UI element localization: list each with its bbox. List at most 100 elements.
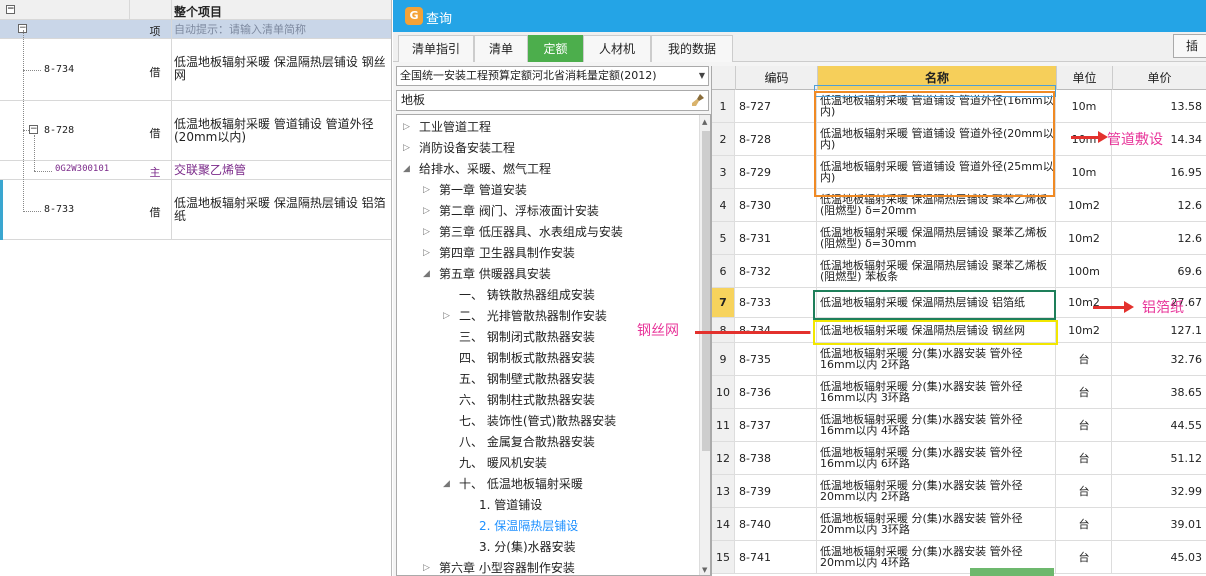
expanded-arrow-icon[interactable]: ◢	[403, 159, 410, 179]
row-unit: 台	[1057, 475, 1112, 507]
row-unit: 10m2	[1057, 288, 1112, 317]
tree-item[interactable]: 一、 铸铁散热器组成安装	[459, 285, 595, 305]
tree-item-label: 给排水、采暖、燃气工程	[419, 162, 552, 176]
highlight-box-orange	[814, 91, 1055, 197]
grid-row[interactable]: 12 8-738 低温地板辐射采暖 分(集)水器安装 管外径16mm以内 6环路台 5…	[712, 442, 1206, 475]
collapsed-arrow-icon[interactable]: ▷	[443, 306, 450, 326]
grid-row[interactable]: 14 8-740 低温地板辐射采暖 分(集)水器安装 管外径20mm以内 3环路台 3…	[712, 508, 1206, 541]
row-number: 6	[712, 255, 735, 287]
grid-row[interactable]: 5 8-731 低温地板辐射采暖 保温隔热层铺设 聚苯乙烯板(阻燃型) δ=30mm…	[712, 222, 1206, 255]
tree-item[interactable]: 八、 金属复合散热器安装	[459, 432, 595, 452]
tree-item[interactable]: 六、 钢制柱式散热器安装	[459, 390, 595, 410]
table-row[interactable]: 8-734 借 低温地板辐射采暖 保温隔热层铺设 钢丝网	[0, 39, 391, 101]
tree-item[interactable]: ◢ 第五章 供暖器具安装	[423, 264, 551, 284]
collapsed-arrow-icon[interactable]: ▷	[423, 558, 430, 575]
insert-button[interactable]: 插	[1173, 34, 1206, 58]
collapsed-arrow-icon[interactable]: ▷	[423, 201, 430, 221]
tree-item[interactable]: 3. 分(集)水器安装	[479, 537, 576, 557]
tree-item[interactable]: ▷ 消防设备安装工程	[403, 138, 515, 158]
tree-item-label: 八、 金属复合散热器安装	[459, 435, 595, 449]
row-name: 低温地板辐射采暖 保温隔热层铺设 铝箔纸	[174, 196, 386, 223]
grid-row[interactable]: 9 8-735 低温地板辐射采暖 分(集)水器安装 管外径16mm以内 2环路台 32…	[712, 343, 1206, 376]
row-unit: 10m	[1057, 90, 1112, 122]
grid-bottom-strip[interactable]	[970, 568, 1054, 576]
table-row[interactable]: − 8-728 借 低温地板辐射采暖 管道铺设 管道外径(20mm以内)	[0, 101, 391, 161]
tree-scrollbar[interactable]: ▲ ▼	[699, 115, 710, 575]
tree-item[interactable]: 2. 保温隔热层铺设	[479, 516, 578, 536]
auto-hint-text[interactable]: 自动提示：请输入清单简称	[174, 23, 391, 36]
expanded-arrow-icon[interactable]: ◢	[443, 474, 450, 494]
collapse-icon[interactable]: −	[29, 125, 38, 134]
row-price: 12.6	[1113, 222, 1206, 254]
tab-quota[interactable]: 定额	[528, 35, 583, 62]
collapsed-arrow-icon[interactable]: ▷	[423, 222, 430, 242]
tree-item[interactable]: ▷ 第四章 卫生器具制作安装	[423, 243, 575, 263]
tree-item[interactable]: 五、 钢制壁式散热器安装	[459, 369, 595, 389]
row-code: 8-727	[736, 90, 817, 122]
tree-item-label: 3. 分(集)水器安装	[479, 540, 576, 554]
tree-item-label: 九、 暖风机安装	[459, 456, 547, 470]
tree-item[interactable]: 三、 钢制闭式散热器安装	[459, 327, 595, 347]
arrow-pipe-laying	[1071, 131, 1108, 143]
collapsed-arrow-icon[interactable]: ▷	[403, 117, 410, 137]
table-row[interactable]: 8-733 借 低温地板辐射采暖 保温隔热层铺设 铝箔纸	[0, 180, 391, 240]
row-code: 8-728	[44, 125, 75, 136]
tree-item[interactable]: ▷ 第二章 阀门、浮标液面计安装	[423, 201, 599, 221]
tab-list[interactable]: 清单	[474, 35, 528, 62]
tree-item[interactable]: 四、 钢制板式散热器安装	[459, 348, 595, 368]
tree-item[interactable]: ▷ 第一章 管道安装	[423, 180, 527, 200]
row-code: 8-732	[736, 255, 817, 287]
dialog-titlebar[interactable]: G 查询	[393, 0, 1206, 32]
row-price: 45.03	[1113, 541, 1206, 573]
tree-item[interactable]: 七、 装饰性(管式)散热器安装	[459, 411, 616, 431]
tree-item-label: 第六章 小型容器制作安装	[439, 561, 575, 575]
tree-item[interactable]: ▷ 第三章 低压器具、水表组成与安装	[423, 222, 623, 242]
tree-item-label: 第四章 卫生器具制作安装	[439, 246, 575, 260]
scroll-down-icon[interactable]: ▼	[702, 566, 707, 574]
row-price: 69.6	[1113, 255, 1206, 287]
search-input[interactable]: 地板	[396, 90, 709, 111]
col-unit-header[interactable]: 单位	[1057, 66, 1113, 90]
tree-item[interactable]: 1. 管道铺设	[479, 495, 542, 515]
table-row[interactable]: 0G2W300101 主 交联聚乙烯管	[0, 161, 391, 180]
row-code: 8-733	[44, 204, 75, 215]
scroll-up-icon[interactable]: ▲	[702, 118, 707, 126]
row-price: 44.55	[1113, 409, 1206, 441]
row-unit: 10m	[1057, 156, 1112, 188]
grid-row[interactable]: 13 8-739 低温地板辐射采暖 分(集)水器安装 管外径20mm以内 2环路台 3…	[712, 475, 1206, 508]
tree-item[interactable]: ▷ 工业管道工程	[403, 117, 491, 137]
expanded-arrow-icon[interactable]: ◢	[423, 264, 430, 284]
chevron-down-icon[interactable]: ▼	[699, 67, 705, 85]
project-title: 整个项目	[174, 5, 223, 19]
table-row[interactable]: − 项 自动提示：请输入清单简称	[0, 20, 391, 39]
grid-row[interactable]: 11 8-737 低温地板辐射采暖 分(集)水器安装 管外径16mm以内 4环路台 4…	[712, 409, 1206, 442]
row-name: 低温地板辐射采暖 分(集)水器安装 管外径20mm以内 2环路	[818, 475, 1056, 507]
search-value: 地板	[401, 93, 426, 107]
col-code-header[interactable]: 编码	[736, 66, 818, 90]
grid-row[interactable]: 10 8-736 低温地板辐射采暖 分(集)水器安装 管外径16mm以内 3环路台 3…	[712, 376, 1206, 409]
collapsed-arrow-icon[interactable]: ▷	[423, 180, 430, 200]
row-code: 8-733	[736, 288, 817, 317]
tree-item-label: 第二章 阀门、浮标液面计安装	[439, 204, 599, 218]
grid-row[interactable]: 6 8-732 低温地板辐射采暖 保温隔热层铺设 聚苯乙烯板(阻燃型) 苯板条 100…	[712, 255, 1206, 288]
row-name: 低温地板辐射采暖 保温隔热层铺设 聚苯乙烯板(阻燃型) δ=30mm	[818, 222, 1056, 254]
collapsed-arrow-icon[interactable]: ▷	[403, 138, 410, 158]
tab-bar: 清单指引 清单 定额 人材机 我的数据	[393, 32, 1206, 62]
tree-item[interactable]: ▷ 二、 光排管散热器制作安装	[443, 306, 607, 326]
collapsed-arrow-icon[interactable]: ▷	[423, 243, 430, 263]
quota-library-select[interactable]: 全国统一安装工程预算定额河北省消耗量定额(2012) ▼	[396, 66, 709, 86]
clear-brush-icon[interactable]	[691, 93, 705, 107]
grid-row[interactable]: 15 8-741 低温地板辐射采暖 分(集)水器安装 管外径20mm以内 4环路台 4…	[712, 541, 1206, 574]
tree-item[interactable]: 九、 暖风机安装	[459, 453, 547, 473]
tab-labor-material-machine[interactable]: 人材机	[583, 35, 651, 62]
row-number: 9	[712, 343, 735, 375]
tree-item[interactable]: ◢ 十、 低温地板辐射采暖	[443, 474, 583, 494]
row-type: 主	[149, 166, 161, 179]
tab-list-guide[interactable]: 清单指引	[398, 35, 474, 62]
col-price-header[interactable]: 单价	[1113, 66, 1206, 90]
tree-item[interactable]: ◢ 给排水、采暖、燃气工程	[403, 159, 552, 179]
tab-my-data[interactable]: 我的数据	[651, 35, 733, 62]
highlight-box-yellow	[813, 320, 1058, 345]
scrollbar-thumb[interactable]	[702, 131, 710, 451]
tree-item[interactable]: ▷ 第六章 小型容器制作安装	[423, 558, 575, 575]
